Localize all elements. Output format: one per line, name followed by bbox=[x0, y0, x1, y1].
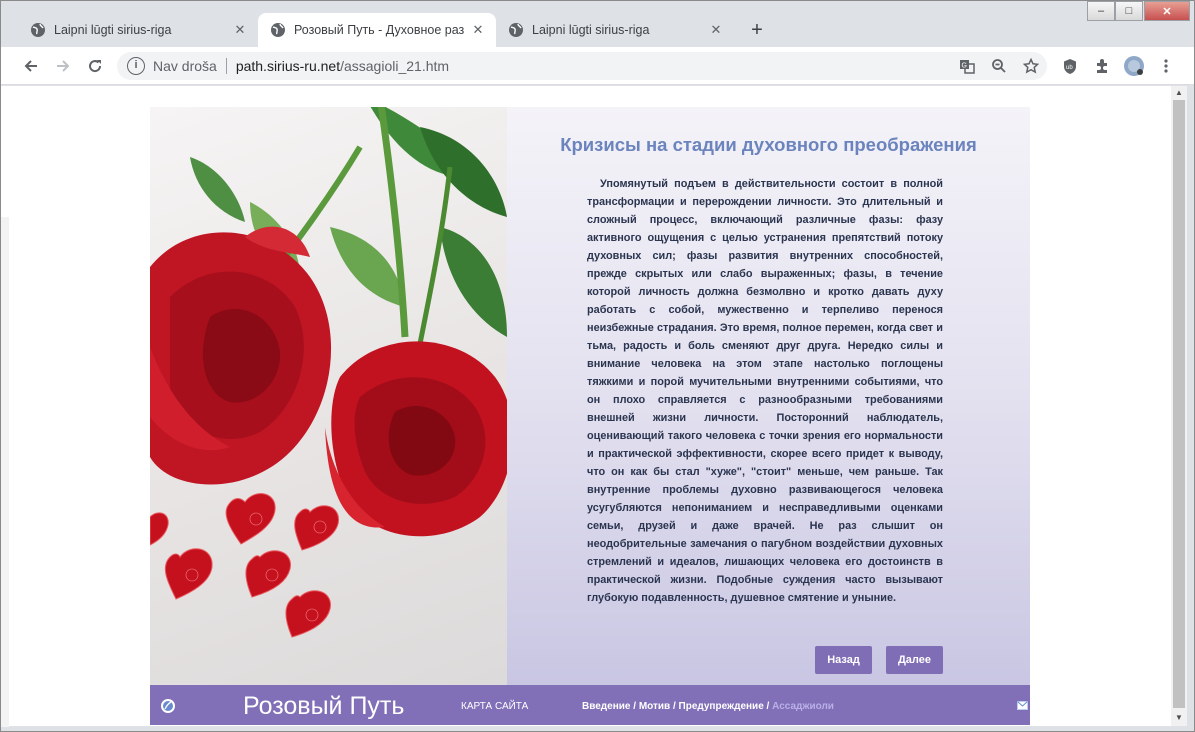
translate-icon[interactable]: G bbox=[957, 56, 977, 76]
new-tab-button[interactable]: + bbox=[745, 18, 769, 42]
breadcrumb-current[interactable]: Ассаджиоли bbox=[772, 701, 834, 712]
menu-icon[interactable] bbox=[1154, 54, 1178, 78]
sitemap-link[interactable]: КАРТА САЙТА bbox=[461, 701, 528, 712]
profile-avatar[interactable] bbox=[1122, 54, 1146, 78]
minimize-button[interactable]: – bbox=[1087, 1, 1115, 21]
globe-icon bbox=[31, 23, 45, 37]
url-path: /assagioli_21.htm bbox=[340, 58, 450, 74]
scroll-up-icon[interactable]: ▲ bbox=[1174, 88, 1184, 98]
maximize-button[interactable]: □ bbox=[1115, 1, 1143, 21]
scroll-thumb[interactable] bbox=[1173, 100, 1185, 708]
svg-text:ub: ub bbox=[1066, 65, 1073, 71]
site-name[interactable]: Розовый Путь bbox=[243, 692, 404, 721]
page-title: Кризисы на стадии духовного преображения bbox=[560, 134, 977, 155]
breadcrumb-separator: / bbox=[763, 701, 773, 712]
tab-3[interactable]: Laipni lūgti sirius-riga ✕ bbox=[496, 13, 734, 47]
close-icon[interactable]: ✕ bbox=[470, 22, 486, 38]
page-viewport: Кризисы на стадии духовного преображения… bbox=[1, 86, 1177, 726]
tab-strip: Laipni lūgti sirius-riga ✕ Розовый Путь … bbox=[1, 1, 1194, 47]
breadcrumb-separator: / bbox=[630, 701, 639, 712]
globe-icon bbox=[509, 23, 523, 37]
vertical-scrollbar[interactable]: ▲ ▼ bbox=[1171, 86, 1187, 726]
close-icon[interactable]: ✕ bbox=[232, 22, 248, 38]
breadcrumb-warning[interactable]: Предупреждение bbox=[679, 701, 764, 712]
breadcrumb-intro[interactable]: Введение bbox=[582, 701, 630, 712]
tab-title: Розовый Путь - Духовное развитие bbox=[294, 23, 464, 37]
roses-illustration bbox=[150, 107, 507, 638]
close-icon[interactable]: ✕ bbox=[708, 22, 724, 38]
next-button[interactable]: Далее bbox=[886, 646, 943, 674]
window-close-button[interactable]: ✕ bbox=[1144, 1, 1190, 21]
url-host: path.sirius-ru.net bbox=[235, 58, 341, 74]
article-panel: Кризисы на стадии духовного преображения… bbox=[507, 107, 1030, 685]
tab-1[interactable]: Laipni lūgti sirius-riga ✕ bbox=[18, 13, 258, 47]
mail-icon[interactable] bbox=[1017, 701, 1028, 710]
browser-window: Laipni lūgti sirius-riga ✕ Розовый Путь … bbox=[0, 0, 1195, 732]
svg-text:G: G bbox=[962, 63, 967, 70]
tab-2[interactable]: Розовый Путь - Духовное развитие ✕ bbox=[258, 13, 496, 47]
breadcrumb: Введение / Мотив / Предупреждение / Асса… bbox=[582, 701, 834, 712]
extensions-icon[interactable] bbox=[1090, 54, 1114, 78]
window-edge bbox=[1, 217, 9, 727]
ublock-icon[interactable]: ub bbox=[1058, 54, 1082, 78]
forward-icon[interactable] bbox=[51, 54, 75, 78]
info-icon[interactable]: i bbox=[127, 57, 145, 75]
roses-image bbox=[150, 107, 507, 685]
site-footer: Розовый Путь КАРТА САЙТА Введение / Моти… bbox=[150, 685, 1030, 725]
tab-title: Laipni lūgti sirius-riga bbox=[532, 23, 650, 37]
back-icon[interactable] bbox=[19, 54, 43, 78]
separator bbox=[225, 58, 227, 74]
browser-toolbar: i Nav droša path.sirius-ru.net/assagioli… bbox=[1, 47, 1194, 85]
site-logo-icon[interactable] bbox=[160, 698, 176, 714]
zoom-icon[interactable] bbox=[989, 56, 1009, 76]
breadcrumb-separator: / bbox=[670, 701, 679, 712]
scroll-down-icon[interactable]: ▼ bbox=[1174, 713, 1184, 723]
bookmark-star-icon[interactable] bbox=[1021, 56, 1041, 76]
breadcrumb-motive[interactable]: Мотив bbox=[639, 701, 670, 712]
security-label: Nav droša bbox=[153, 58, 217, 74]
address-bar[interactable]: i Nav droša path.sirius-ru.net/assagioli… bbox=[117, 52, 1047, 80]
globe-icon bbox=[271, 23, 285, 37]
omnibox-actions: G bbox=[957, 56, 1041, 76]
article-text: Упомянутый подъем в действительности сос… bbox=[587, 178, 943, 604]
back-button[interactable]: Назад bbox=[815, 646, 872, 674]
reload-icon[interactable] bbox=[83, 54, 107, 78]
tab-title: Laipni lūgti sirius-riga bbox=[54, 23, 172, 37]
